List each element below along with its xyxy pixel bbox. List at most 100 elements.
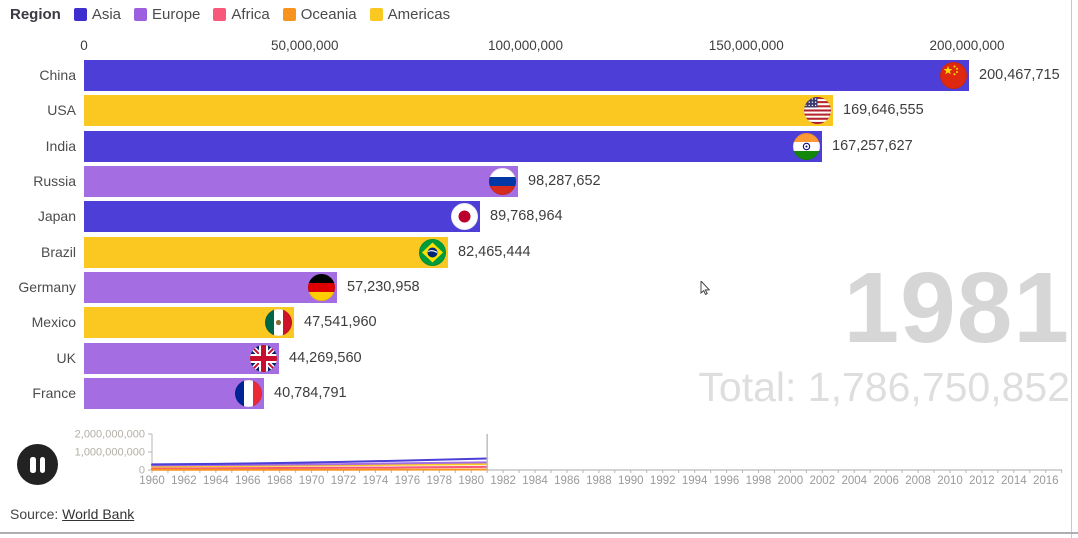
bar-mexico [84, 307, 294, 338]
country-label-india: India [0, 131, 76, 162]
total-value: 1,786,750,852 [808, 364, 1070, 410]
flag-icon-usa [804, 97, 831, 124]
timeline-year-label: 2008 [905, 475, 931, 487]
value-label-japan: 89,768,964 [490, 201, 563, 232]
bar-brazil [84, 237, 448, 268]
timeline-year-label: 2006 [873, 475, 899, 487]
value-label-china: 200,467,715 [979, 60, 1060, 91]
source-label: Source: [10, 506, 58, 522]
timeline-year-label: 1984 [522, 475, 548, 487]
timeline-year-label: 1978 [426, 475, 452, 487]
timeline-year-label: 2016 [1033, 475, 1059, 487]
legend-swatch-americas [370, 8, 383, 21]
legend-items: Asia Europe Africa Oceania Americas [74, 6, 450, 23]
flag-icon-mexico [265, 309, 292, 336]
value-label-india: 167,257,627 [832, 131, 913, 162]
flag-icon-brazil [419, 239, 446, 266]
country-label-china: China [0, 60, 76, 91]
country-label-japan: Japan [0, 201, 76, 232]
legend-swatch-oceania [283, 8, 296, 21]
x-axis-tick: 50,000,000 [271, 38, 339, 53]
value-label-usa: 169,646,555 [843, 95, 924, 126]
bar-usa [84, 95, 833, 126]
timeline-year-label: 1990 [618, 475, 644, 487]
timeline-year-label: 1998 [746, 475, 772, 487]
country-label-brazil: Brazil [0, 237, 76, 268]
country-label-mexico: Mexico [0, 307, 76, 338]
timeline-year-label: 1986 [554, 475, 580, 487]
timeline-year-label: 1962 [171, 475, 197, 487]
timeline-year-label: 1976 [395, 475, 421, 487]
bar-uk [84, 343, 279, 374]
source-link[interactable]: World Bank [62, 506, 134, 522]
source-line: Source: World Bank [10, 506, 134, 522]
country-label-germany: Germany [0, 272, 76, 303]
timeline-year-label: 1970 [299, 475, 325, 487]
value-label-mexico: 47,541,960 [304, 307, 377, 338]
flag-icon-india [793, 133, 820, 160]
country-label-russia: Russia [0, 166, 76, 197]
timeline-year-label: 1964 [203, 475, 229, 487]
timeline-year-label: 1972 [331, 475, 357, 487]
legend-label: Africa [231, 6, 269, 23]
right-border [1071, 0, 1072, 538]
timeline-year-label: 1982 [490, 475, 516, 487]
legend-item-oceania: Oceania [283, 6, 357, 23]
timeline-year-label: 2012 [969, 475, 995, 487]
timeline-year-label: 2000 [778, 475, 804, 487]
mouse-cursor [700, 281, 714, 297]
bar-japan [84, 201, 480, 232]
bar-chart-race-app: Region Asia Europe Africa Oceania Americas 0… [0, 0, 1078, 538]
legend-item-africa: Africa [213, 6, 269, 23]
current-year: 1981 [698, 258, 1070, 358]
country-label-usa: USA [0, 95, 76, 126]
value-label-germany: 57,230,958 [347, 272, 420, 303]
timeline-year-label: 2002 [810, 475, 836, 487]
legend-item-americas: Americas [370, 6, 451, 23]
flag-icon-france [235, 380, 262, 407]
timeline-chart[interactable]: 2,000,000,0001,000,000,00001960196219641… [0, 428, 1078, 492]
value-label-russia: 98,287,652 [528, 166, 601, 197]
legend-label: Europe [152, 6, 200, 23]
timeline-year-label: 1996 [714, 475, 740, 487]
x-axis-tick: 200,000,000 [929, 38, 1004, 53]
x-axis-tick: 150,000,000 [709, 38, 784, 53]
timeline-year-label: 1994 [682, 475, 708, 487]
flag-icon-japan [451, 203, 478, 230]
timeline-year-label: 1988 [586, 475, 612, 487]
timeline-y-tick: 2,000,000,000 [75, 429, 145, 441]
timeline-year-label: 1992 [650, 475, 676, 487]
x-axis-tick: 100,000,000 [488, 38, 563, 53]
timeline-year-label: 1968 [267, 475, 293, 487]
timeline-year-label: 2014 [1001, 475, 1027, 487]
timeline-year-label: 1960 [139, 475, 165, 487]
timeline-year-label: 2010 [937, 475, 963, 487]
total-label: Total: [698, 364, 796, 410]
legend-title: Region [10, 6, 61, 23]
legend-swatch-asia [74, 8, 87, 21]
x-axis-tick: 0 [80, 38, 88, 53]
flag-icon-russia [489, 168, 516, 195]
value-label-france: 40,784,791 [274, 378, 347, 409]
flag-icon-uk [250, 345, 277, 372]
legend: Region Asia Europe Africa Oceania Americas [10, 6, 450, 23]
bar-india [84, 131, 822, 162]
flag-icon-china [940, 62, 967, 89]
timeline-y-tick: 1,000,000,000 [75, 447, 145, 459]
legend-item-asia: Asia [74, 6, 121, 23]
timeline-year-label: 2004 [841, 475, 867, 487]
timeline-year-label: 1980 [458, 475, 484, 487]
total-readout: Total: 1,786,750,852 [698, 364, 1070, 411]
bar-germany [84, 272, 337, 303]
legend-swatch-europe [134, 8, 147, 21]
bar-china [84, 60, 969, 91]
legend-label: Oceania [301, 6, 357, 23]
bar-france [84, 378, 264, 409]
country-label-uk: UK [0, 343, 76, 374]
timeline-year-label: 1974 [363, 475, 389, 487]
year-overlay: 1981 Total: 1,786,750,852 [698, 258, 1070, 411]
legend-label: Asia [92, 6, 121, 23]
timeline-year-label: 1966 [235, 475, 261, 487]
legend-label: Americas [388, 6, 451, 23]
flag-icon-germany [308, 274, 335, 301]
